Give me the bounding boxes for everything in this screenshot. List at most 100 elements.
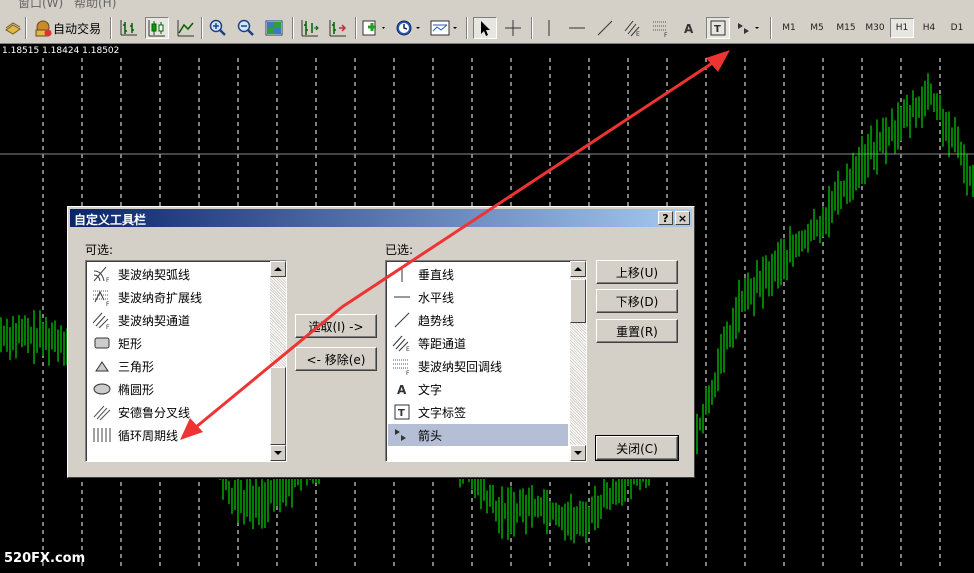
list-item[interactable]: F 斐波纳契回调线 — [388, 355, 568, 377]
move-up-button[interactable]: 上移(U) — [596, 260, 678, 284]
text-label-button[interactable]: T — [706, 17, 730, 39]
timeframe-m15[interactable]: M15 — [832, 18, 860, 38]
list-item[interactable]: F 斐波纳契通道 — [88, 309, 268, 331]
timeframe-m1[interactable]: M1 — [776, 18, 802, 38]
list-item-label: 斐波纳契弧线 — [118, 267, 191, 282]
cursor-button[interactable] — [473, 17, 497, 39]
bar-chart-button[interactable] — [118, 17, 140, 39]
svg-text:A: A — [397, 383, 407, 397]
equidistant-channel-button[interactable]: E — [622, 17, 644, 39]
arrows-icon — [390, 425, 414, 445]
clock-icon — [396, 20, 420, 36]
equidistant-channel-icon: E — [624, 20, 640, 37]
list-item-label: 斐波纳契通道 — [118, 313, 191, 328]
move-down-button[interactable]: 下移(D) — [596, 289, 678, 313]
list-item[interactable]: 三角形 — [88, 355, 268, 377]
arrows-button[interactable] — [735, 17, 763, 39]
list-item[interactable]: 椭圆形 — [88, 378, 268, 400]
timeframe-m5[interactable]: M5 — [804, 18, 830, 38]
trendline-button[interactable] — [594, 17, 616, 39]
available-scrollbar[interactable] — [270, 261, 286, 461]
list-item[interactable]: E 等距通道 — [388, 332, 568, 354]
scroll-down-icon[interactable] — [570, 445, 586, 461]
reset-button[interactable]: 重置(R) — [596, 319, 678, 343]
scroll-down-icon[interactable] — [270, 445, 286, 461]
available-list[interactable]: F 斐波纳契弧线 F 斐波纳奇扩展线 F 斐波纳契通道矩形 三角形 椭圆形 安德鲁分叉线 循环周期… — [85, 260, 287, 462]
profiles-button[interactable] — [2, 17, 24, 39]
candlestick-button[interactable] — [145, 17, 169, 39]
zoom-out-button[interactable] — [235, 17, 257, 39]
list-item[interactable]: T 文字标签 — [388, 401, 568, 423]
text-button[interactable]: A — [678, 17, 700, 39]
scroll-thumb[interactable] — [570, 279, 586, 323]
selected-scrollbar[interactable] — [570, 261, 586, 461]
toolbar: 自动交易 E F A T M1 M5 M15 M30 H1 H4 D1 — [0, 10, 974, 44]
cursor-icon — [481, 21, 490, 36]
indicators-button[interactable] — [361, 17, 389, 39]
timeframe-m30[interactable]: M30 — [861, 18, 889, 38]
list-item-label: 垂直线 — [418, 267, 455, 282]
watermark: 520FX.com — [4, 551, 86, 566]
fibonacci-retracement-button[interactable]: F — [650, 17, 672, 39]
bar-chart-icon — [120, 20, 137, 36]
triangle-icon — [90, 356, 114, 376]
auto-trading-button[interactable]: 自动交易 — [29, 17, 105, 39]
templates-icon — [430, 20, 457, 36]
close-button[interactable]: 关闭(C) — [595, 435, 679, 461]
timeframe-h1[interactable]: H1 — [890, 18, 914, 38]
list-item-label: 等距通道 — [418, 336, 467, 351]
timeframe-h4[interactable]: H4 — [916, 18, 942, 38]
scroll-thumb[interactable] — [270, 367, 286, 445]
line-chart-icon — [177, 20, 194, 37]
tile-windows-button[interactable] — [263, 17, 285, 39]
text-icon: A — [684, 22, 694, 36]
chart-shift-button[interactable] — [299, 17, 321, 39]
svg-text:F: F — [106, 324, 110, 329]
menu-help[interactable]: 帮助(H) — [74, 0, 116, 10]
auto-scroll-button[interactable] — [327, 17, 349, 39]
list-item[interactable]: F 斐波纳奇扩展线 — [88, 286, 268, 308]
list-item[interactable]: 垂直线 — [388, 263, 568, 285]
svg-text:F: F — [106, 301, 110, 306]
help-button[interactable]: ? — [658, 211, 673, 225]
rectangle-icon — [90, 333, 114, 353]
cycle-lines-icon — [90, 425, 114, 445]
list-item[interactable]: A 文字 — [388, 378, 568, 400]
list-item[interactable]: 矩形 — [88, 332, 268, 354]
trendline-icon — [597, 20, 613, 36]
remove-button[interactable]: <- 移除(e) — [295, 347, 377, 371]
profiles-icon — [5, 22, 21, 35]
timeframe-d1[interactable]: D1 — [944, 18, 970, 38]
list-item-label: 水平线 — [418, 290, 455, 305]
list-item[interactable]: 趋势线 — [388, 309, 568, 331]
zoom-out-icon — [237, 19, 254, 36]
close-icon[interactable]: × — [675, 211, 690, 225]
add-button[interactable]: 选取(I) -> — [295, 314, 377, 338]
zoom-in-button[interactable] — [207, 17, 229, 39]
svg-text:F: F — [106, 277, 110, 283]
zoom-in-icon — [209, 19, 226, 36]
horizontal-line-button[interactable] — [566, 17, 588, 39]
fibonacci-channel-icon: F — [90, 310, 114, 330]
andrews-pitchfork-icon — [90, 402, 114, 422]
dialog-titlebar[interactable]: 自定义工具栏 ? × — [70, 209, 692, 227]
list-item-label: 趋势线 — [418, 313, 455, 328]
selected-label: 已选: — [385, 243, 414, 257]
list-item[interactable]: 箭头 — [388, 424, 568, 446]
scroll-up-icon[interactable] — [570, 261, 586, 277]
list-item[interactable]: 安德鲁分叉线 — [88, 401, 268, 423]
line-chart-button[interactable] — [175, 17, 197, 39]
selected-list[interactable]: 垂直线水平线趋势线 E 等距通道 F 斐波纳契回调线 A 文字 T 文字标签 箭头 — [385, 260, 587, 462]
vertical-line-button[interactable] — [538, 17, 560, 39]
svg-text:T: T — [714, 24, 721, 35]
list-item[interactable]: 水平线 — [388, 286, 568, 308]
list-item[interactable]: F 斐波纳契弧线 — [88, 263, 268, 285]
list-item-label: 斐波纳奇扩展线 — [118, 290, 203, 305]
periodicity-button[interactable] — [394, 17, 424, 39]
vertical-line-icon — [548, 20, 550, 36]
crosshair-button[interactable] — [502, 17, 524, 39]
menu-window[interactable]: 窗口(W) — [18, 0, 63, 10]
scroll-up-icon[interactable] — [270, 261, 286, 277]
templates-button[interactable] — [429, 17, 461, 39]
list-item[interactable]: 循环周期线 — [88, 424, 268, 446]
